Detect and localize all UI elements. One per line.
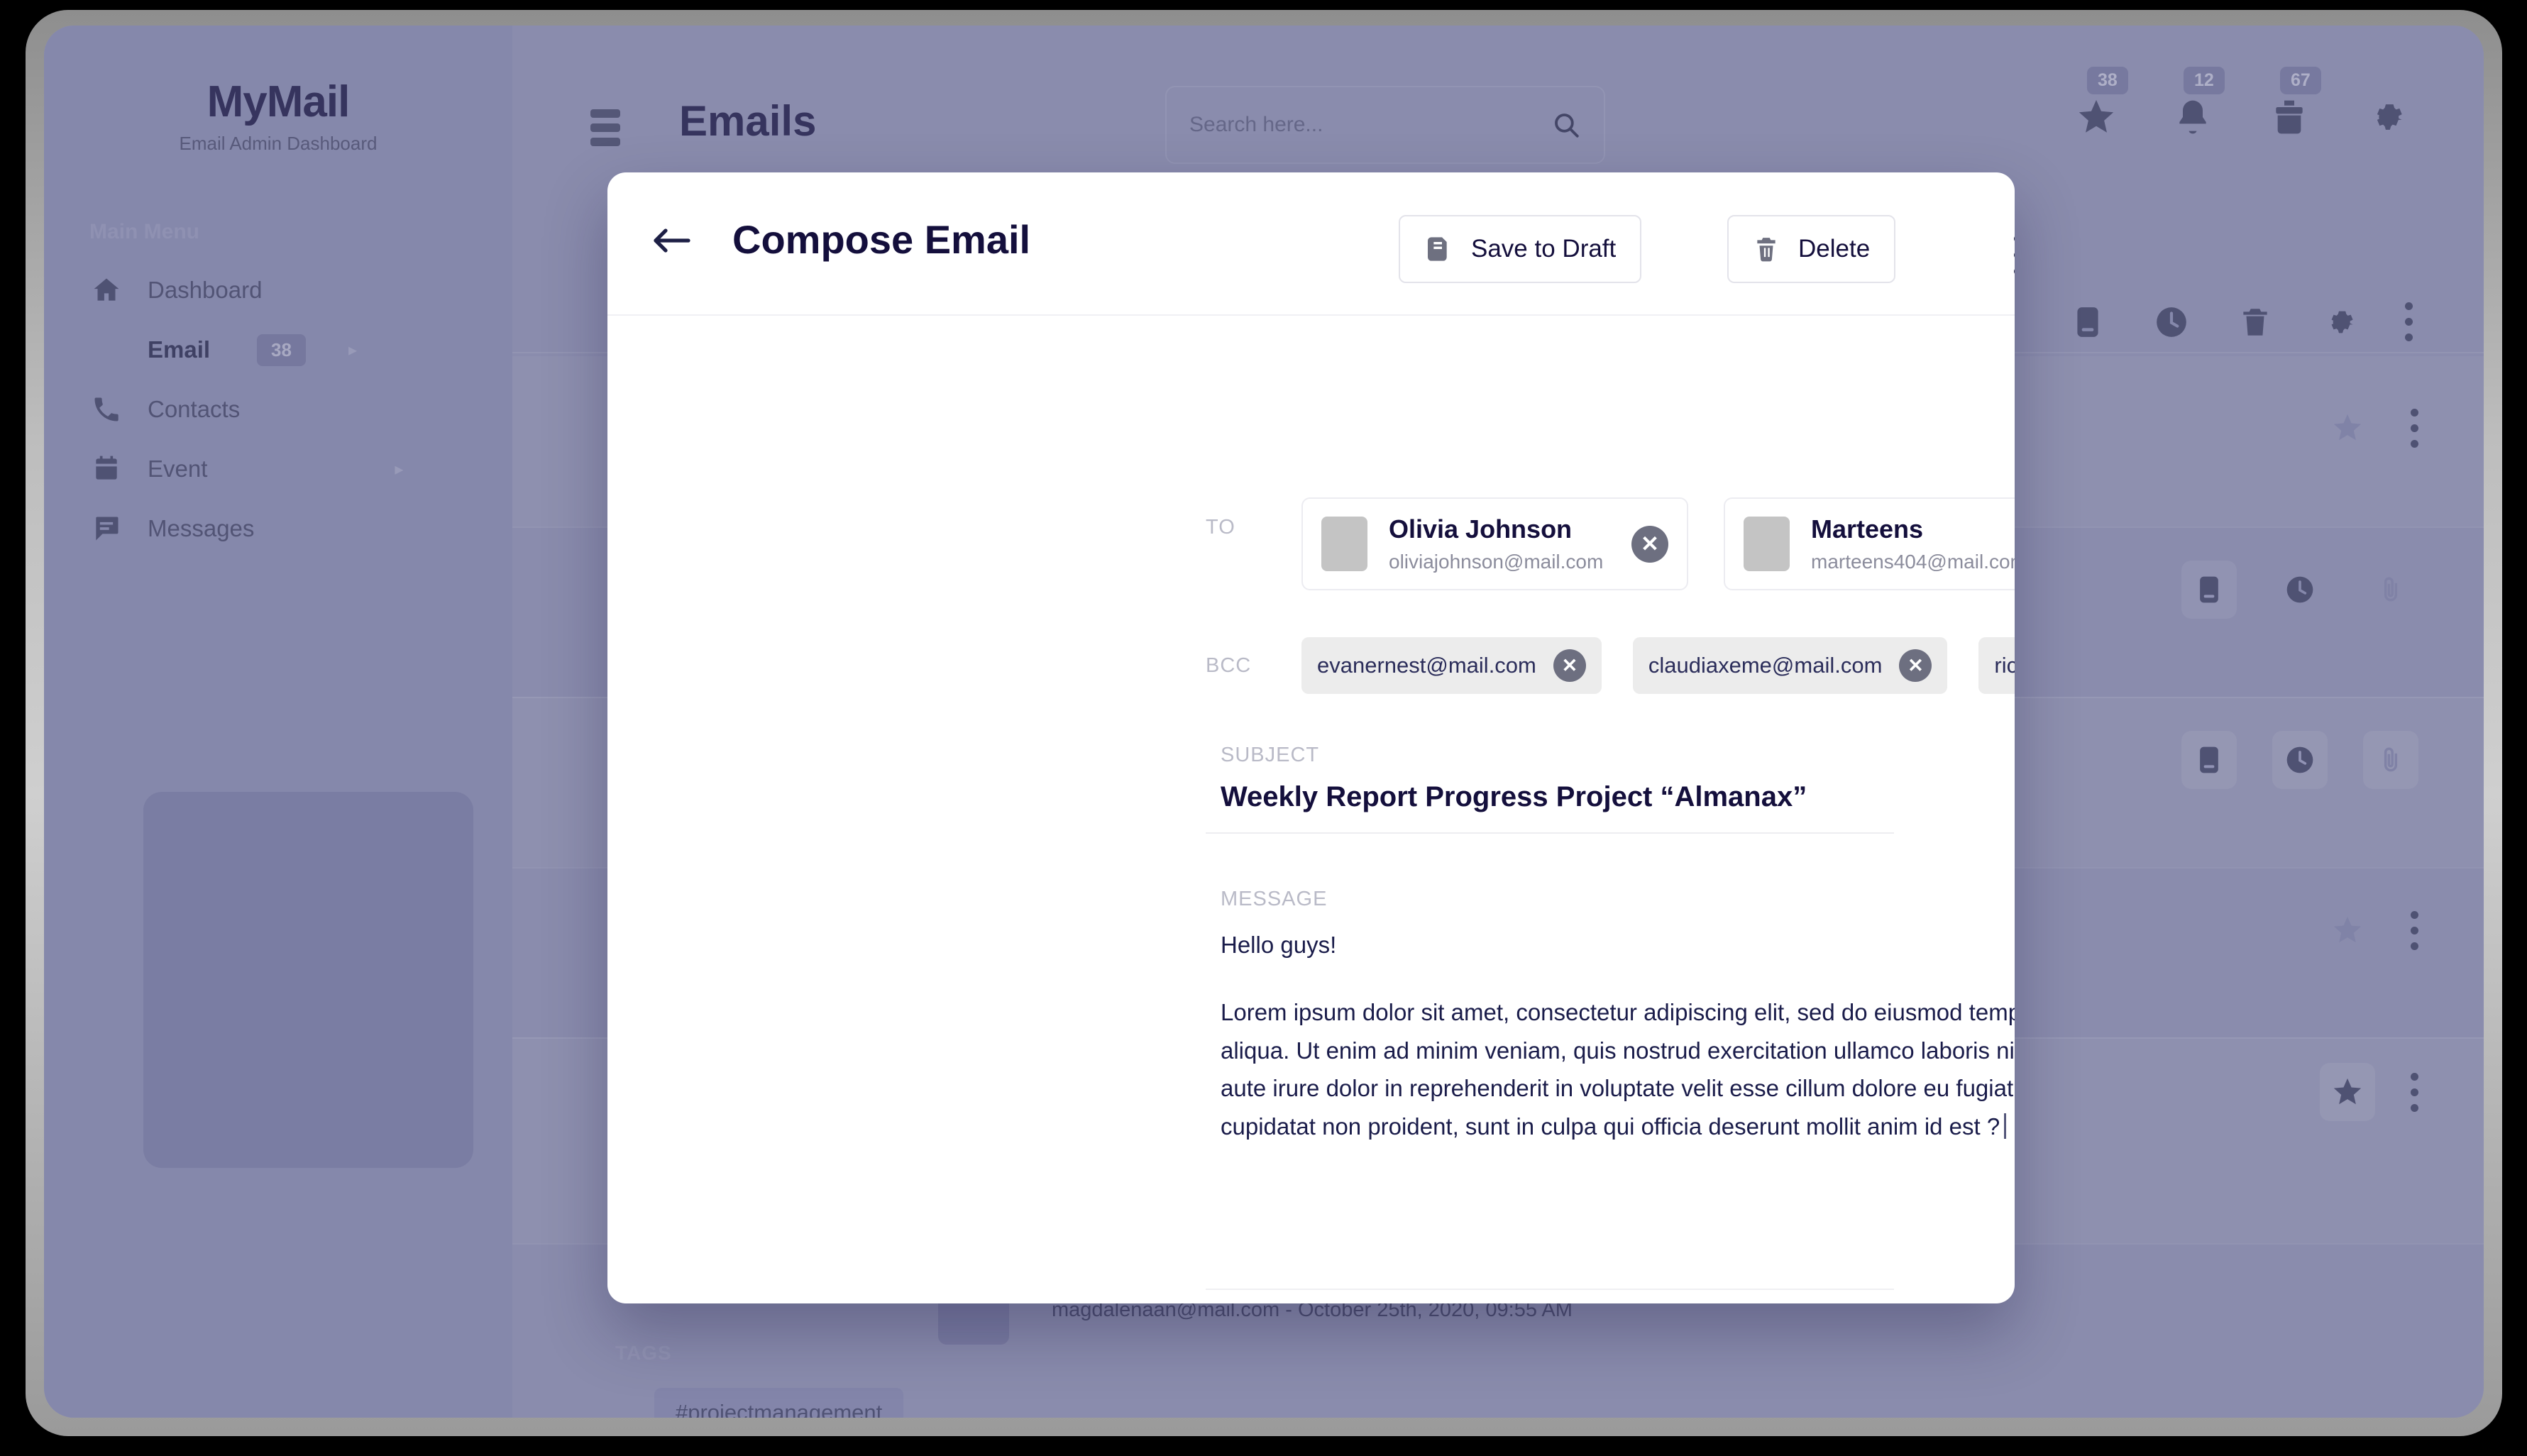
recipient-name: Marteens — [1811, 514, 1924, 544]
avatar — [1744, 517, 1790, 571]
save-to-draft-button[interactable]: Save to Draft — [1399, 215, 1642, 283]
recipient-name: Olivia Johnson — [1389, 514, 1573, 544]
arrow-left-icon[interactable] — [651, 225, 691, 256]
delete-button[interactable]: Delete — [1727, 215, 1896, 283]
bcc-field-row: BCC evanernest@mail.com ✕ claudiaxeme@ma… — [1206, 637, 2015, 694]
footer-divider — [1206, 1289, 1894, 1290]
remove-bcc-icon[interactable]: ✕ — [1553, 649, 1586, 682]
trash-icon — [1753, 234, 1780, 264]
modal-more-options-icon[interactable] — [2014, 235, 2015, 284]
recipient-email: marteens404@mail.com — [1811, 551, 2015, 573]
recipient-chip[interactable]: Marteens marteens404@mail.com ✕ — [1724, 497, 2015, 590]
compose-email-modal: Compose Email Save to Draft Delete TO Ol… — [607, 172, 2015, 1303]
bcc-email: evanernest@mail.com — [1317, 653, 1536, 678]
message-greeting: Hello guys! — [1221, 932, 1337, 958]
to-field-row: TO Olivia Johnson oliviajohnson@mail.com… — [1206, 497, 2015, 590]
save-to-draft-label: Save to Draft — [1471, 235, 1617, 263]
modal-header-divider — [607, 314, 2015, 316]
remove-recipient-icon[interactable]: ✕ — [1631, 525, 1668, 563]
modal-title: Compose Email — [732, 217, 1031, 262]
recipient-email: oliviajohnson@mail.com — [1389, 551, 1604, 573]
delete-label: Delete — [1798, 235, 1871, 263]
bcc-email: ricardoboiiy@mail.com — [1994, 653, 2015, 678]
app-screen: MyMail Email Admin Dashboard Main Menu D… — [44, 26, 2484, 1418]
text-cursor — [2004, 1113, 2007, 1139]
bcc-label: BCC — [1206, 653, 1252, 677]
device-frame: MyMail Email Admin Dashboard Main Menu D… — [26, 10, 2502, 1436]
subject-label: SUBJECT — [1221, 744, 1320, 766]
avatar — [1321, 517, 1367, 571]
message-body: Lorem ipsum dolor sit amet, consectetur … — [1221, 999, 2015, 1140]
bcc-chip[interactable]: evanernest@mail.com ✕ — [1301, 637, 1602, 694]
to-label: TO — [1206, 516, 1235, 539]
save-icon — [1424, 234, 1453, 264]
recipient-chip[interactable]: Olivia Johnson oliviajohnson@mail.com ✕ — [1301, 497, 1688, 590]
bcc-chip[interactable]: ricardoboiiy@mail.com ✕ — [1978, 637, 2015, 694]
message-textarea[interactable]: Hello guys! Lorem ipsum dolor sit amet, … — [1221, 926, 2015, 1145]
bcc-email: claudiaxeme@mail.com — [1648, 653, 1883, 678]
message-label: MESSAGE — [1221, 888, 1328, 910]
subject-input[interactable]: Weekly Report Progress Project “Almanax” — [1221, 781, 1807, 813]
subject-underline — [1206, 832, 1894, 834]
remove-bcc-icon[interactable]: ✕ — [1899, 649, 1932, 682]
bcc-chip[interactable]: claudiaxeme@mail.com ✕ — [1632, 637, 1948, 694]
modal-header: Compose Email Save to Draft Delete — [607, 172, 2015, 314]
